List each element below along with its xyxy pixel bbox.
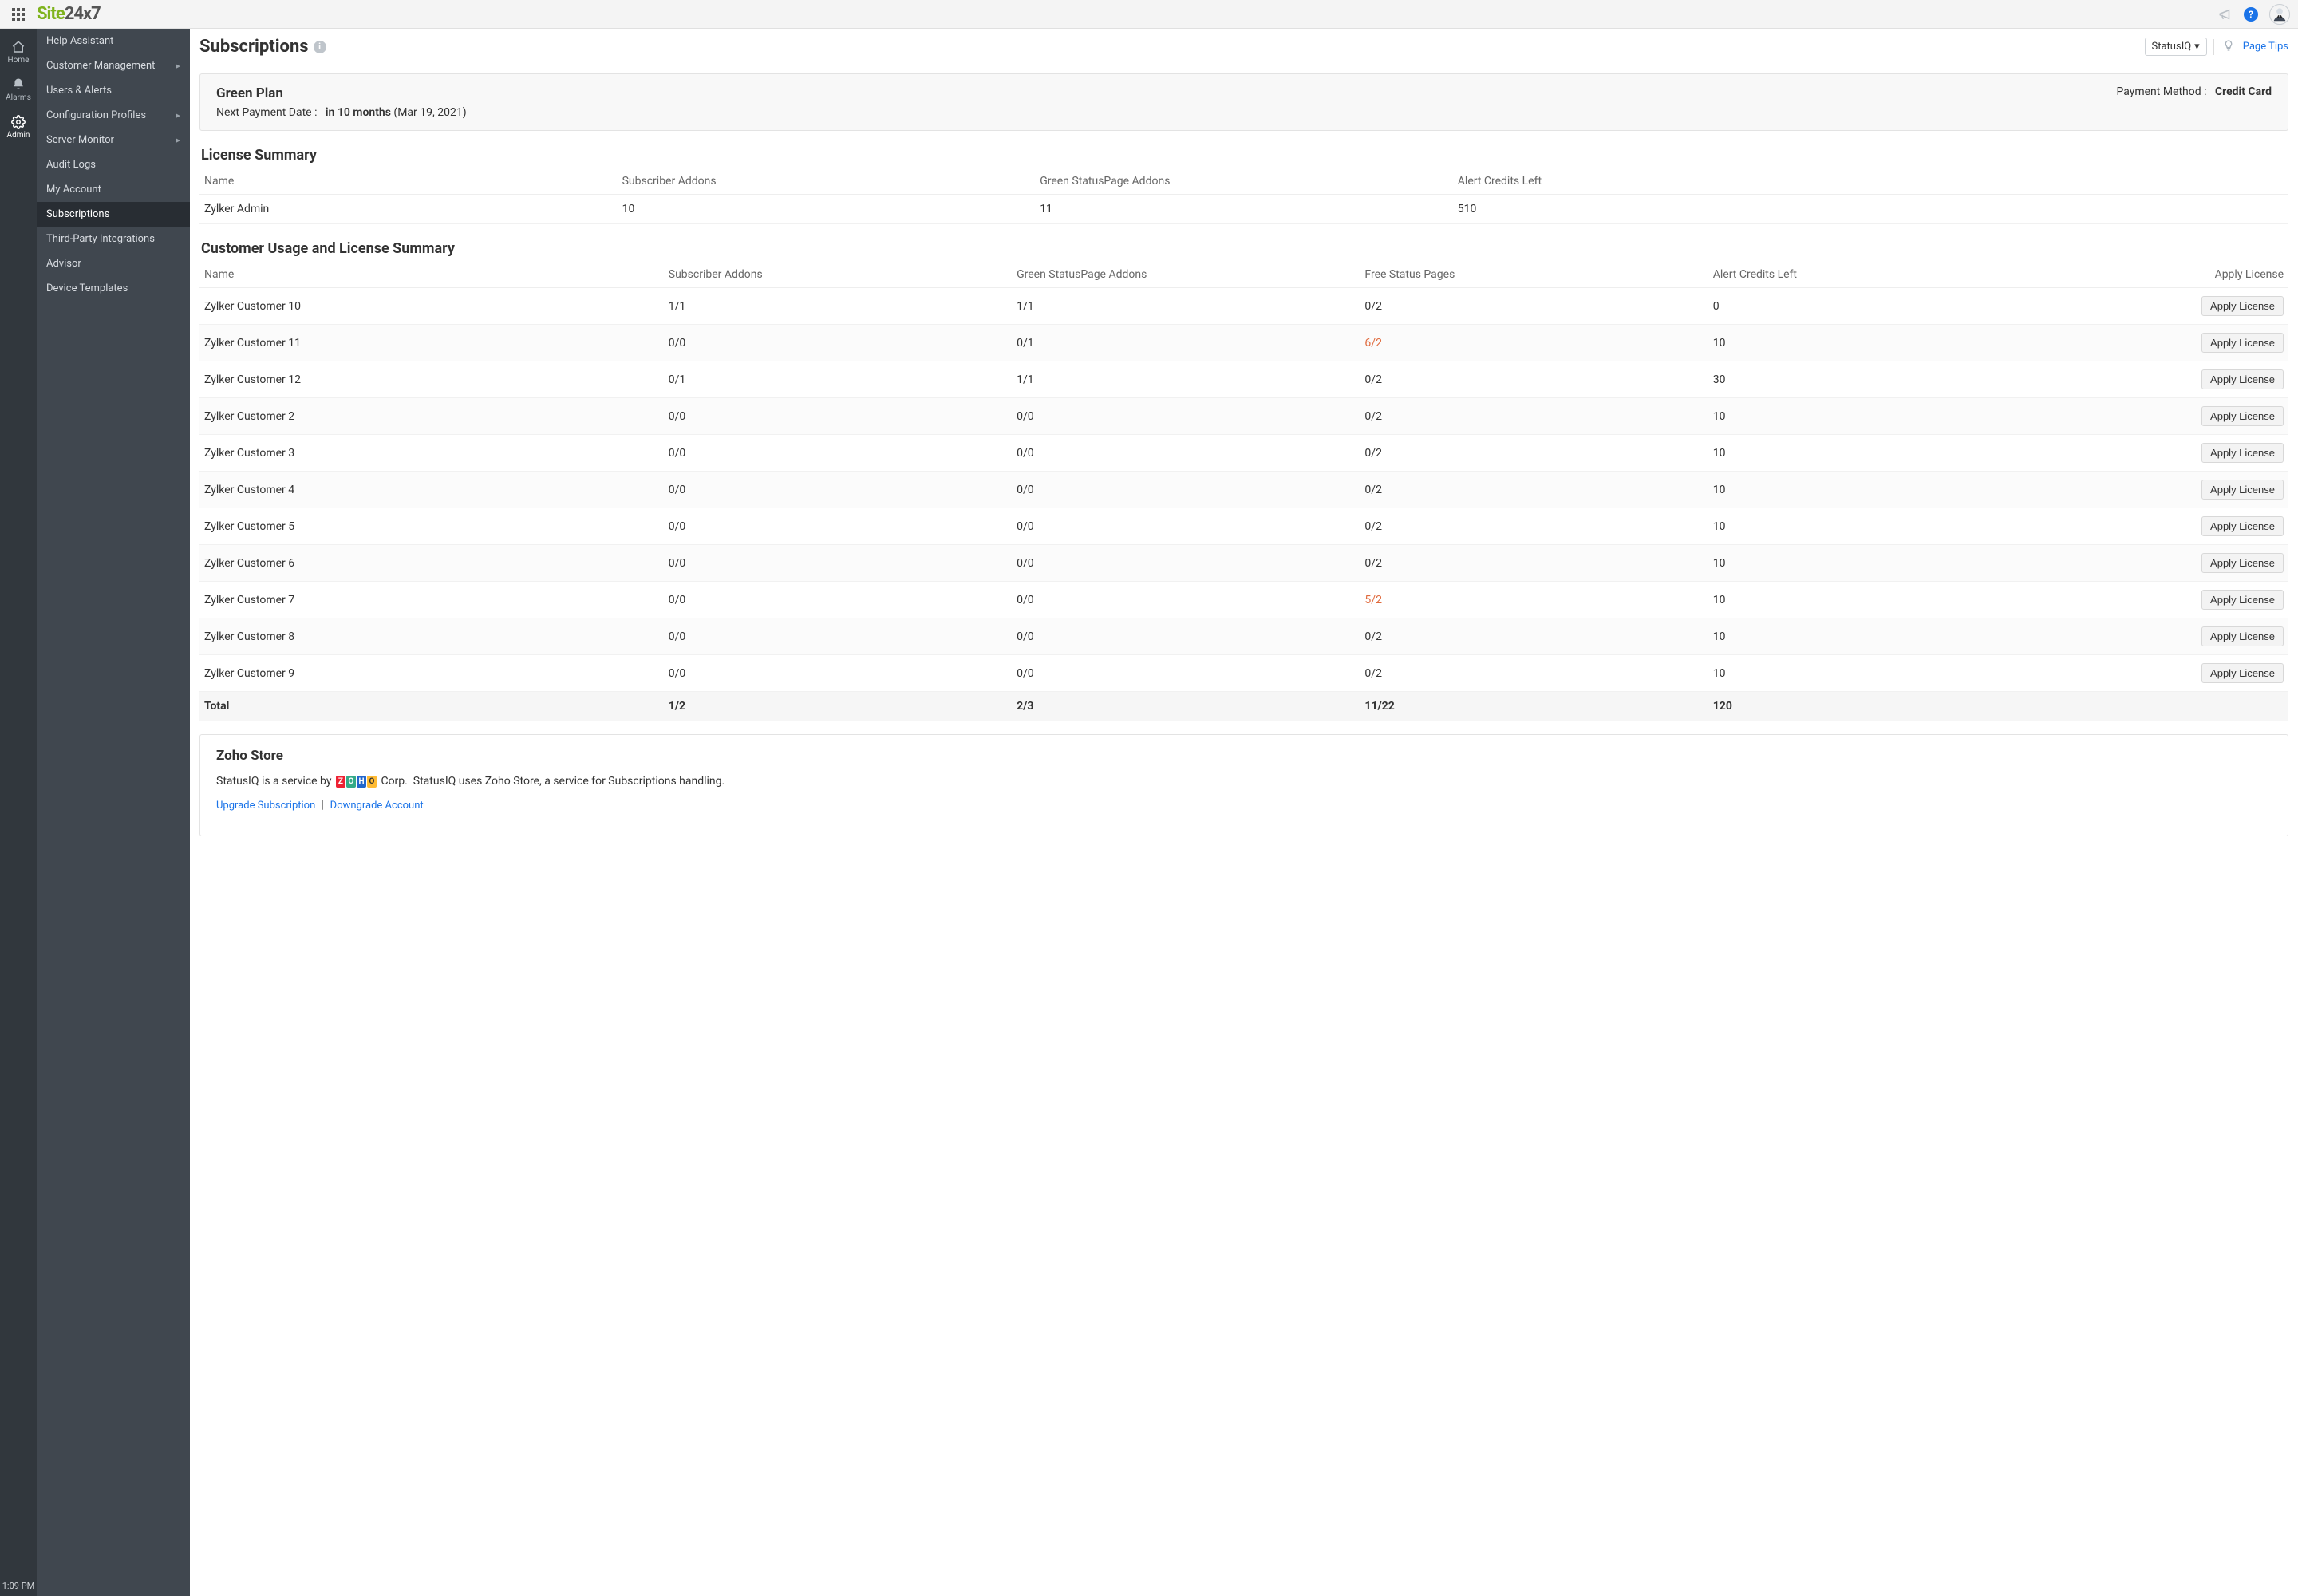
rail-alarms-label: Alarms xyxy=(6,93,31,102)
sidebar-item[interactable]: Users & Alerts xyxy=(37,78,190,103)
usage-table: Name Subscriber Addons Green StatusPage … xyxy=(199,262,2288,721)
table-row: Zylker Customer 60/00/00/210Apply Licens… xyxy=(199,545,2288,582)
page-tips-link[interactable]: Page Tips xyxy=(2243,41,2288,53)
sidebar-item[interactable]: Configuration Profiles ▸ xyxy=(37,103,190,128)
license-summary-row: Zylker Admin 10 11 510 xyxy=(199,195,2288,224)
announce-icon[interactable] xyxy=(2218,7,2233,22)
table-row: Zylker Customer 90/00/00/210Apply Licens… xyxy=(199,655,2288,692)
plan-card: Green Plan Next Payment Date : in 10 mon… xyxy=(199,73,2288,131)
chevron-right-icon: ▸ xyxy=(176,110,180,120)
bulb-icon xyxy=(2221,39,2237,55)
sidebar-item-label: Subscriptions xyxy=(46,208,109,220)
sidebar-item-label: Audit Logs xyxy=(46,159,96,171)
info-icon[interactable]: i xyxy=(314,41,326,53)
sidebar-item[interactable]: Audit Logs xyxy=(37,152,190,177)
rail-home-label: Home xyxy=(8,56,30,65)
sidebar-item[interactable]: Subscriptions xyxy=(37,202,190,227)
payment-method-label: Payment Method : xyxy=(2116,85,2206,98)
apply-license-button[interactable]: Apply License xyxy=(2201,480,2284,500)
apply-license-button[interactable]: Apply License xyxy=(2201,333,2284,353)
sidebar-item[interactable]: Third-Party Integrations xyxy=(37,227,190,251)
table-row: Zylker Customer 110/00/16/210Apply Licen… xyxy=(199,325,2288,361)
sidebar-item-label: Advisor xyxy=(46,258,81,270)
rail-clock: 1:09 PM xyxy=(2,1581,34,1591)
sidebar-item[interactable]: Device Templates xyxy=(37,276,190,301)
zoho-badge-icon: ZOHO xyxy=(336,776,377,788)
table-row: Zylker Customer 50/00/00/210Apply Licens… xyxy=(199,508,2288,545)
apply-license-button[interactable]: Apply License xyxy=(2201,663,2284,683)
sidebar: Help Assistant Customer Management ▸ Users … xyxy=(37,29,190,1596)
page-title: Subscriptions i xyxy=(199,37,326,57)
apply-license-button[interactable]: Apply License xyxy=(2201,553,2284,573)
table-row: Zylker Customer 70/00/05/210Apply Licens… xyxy=(199,582,2288,618)
sidebar-item-label: Help Assistant xyxy=(46,35,113,47)
sidebar-item[interactable]: Customer Management ▸ xyxy=(37,53,190,78)
app-grid-icon[interactable] xyxy=(0,8,37,21)
sidebar-item-label: My Account xyxy=(46,184,101,196)
divider xyxy=(2213,39,2214,55)
sidebar-item-label: Server Monitor xyxy=(46,134,114,146)
rail-alarms[interactable]: Alarms xyxy=(0,73,37,107)
downgrade-link[interactable]: Downgrade Account xyxy=(330,800,424,812)
sidebar-item-label: Users & Alerts xyxy=(46,85,112,97)
sidebar-item[interactable]: Help Assistant xyxy=(37,29,190,53)
brand-logo[interactable]: Site24x7 xyxy=(37,4,101,24)
sidebar-item[interactable]: Advisor xyxy=(37,251,190,276)
sidebar-item-label: Third-Party Integrations xyxy=(46,233,155,245)
nav-rail: Home Alarms Admin 1:09 PM xyxy=(0,29,37,1596)
next-payment-value: in 10 months xyxy=(326,106,391,119)
table-row: Zylker Customer 30/00/00/210Apply Licens… xyxy=(199,435,2288,472)
rail-home[interactable]: Home xyxy=(0,35,37,69)
apply-license-button[interactable]: Apply License xyxy=(2201,626,2284,646)
zoho-store-title: Zoho Store xyxy=(216,748,2272,764)
main: Subscriptions i StatusIQ ▾ Page Tips xyxy=(190,29,2298,1596)
usage-summary-title: Customer Usage and License Summary xyxy=(201,240,2287,257)
table-row: Zylker Customer 120/11/10/230Apply Licen… xyxy=(199,361,2288,398)
plan-name: Green Plan xyxy=(216,85,467,101)
apply-license-button[interactable]: Apply License xyxy=(2201,516,2284,536)
avatar[interactable] xyxy=(2269,4,2290,25)
sidebar-item[interactable]: My Account xyxy=(37,177,190,202)
sidebar-item-label: Configuration Profiles xyxy=(46,109,146,121)
table-row: Zylker Customer 80/00/00/210Apply Licens… xyxy=(199,618,2288,655)
zoho-store-desc: StatusIQ is a service by ZOHO Corp. Stat… xyxy=(216,775,2272,788)
table-row: Zylker Customer 101/11/10/20Apply Licens… xyxy=(199,288,2288,325)
zoho-store-card: Zoho Store StatusIQ is a service by ZOHO… xyxy=(199,734,2288,836)
license-summary-title: License Summary xyxy=(201,147,2287,164)
table-row: Zylker Customer 40/00/00/210Apply Licens… xyxy=(199,472,2288,508)
apply-license-button[interactable]: Apply License xyxy=(2201,590,2284,610)
context-selector[interactable]: StatusIQ ▾ xyxy=(2145,38,2207,56)
payment-method-value: Credit Card xyxy=(2215,85,2272,98)
table-total-row: Total1/22/311/22120 xyxy=(199,692,2288,721)
rail-admin-label: Admin xyxy=(7,131,30,140)
sidebar-item[interactable]: Server Monitor ▸ xyxy=(37,128,190,152)
chevron-right-icon: ▸ xyxy=(176,61,180,71)
caret-down-icon: ▾ xyxy=(2194,41,2200,53)
sidebar-item-label: Device Templates xyxy=(46,282,128,294)
apply-license-button[interactable]: Apply License xyxy=(2201,296,2284,316)
apply-license-button[interactable]: Apply License xyxy=(2201,406,2284,426)
upgrade-link[interactable]: Upgrade Subscription xyxy=(216,800,315,812)
chevron-right-icon: ▸ xyxy=(176,135,180,145)
topbar: Site24x7 ? xyxy=(0,0,2298,29)
license-summary-table: Name Subscriber Addons Green StatusPage … xyxy=(199,168,2288,224)
next-payment-label: Next Payment Date : xyxy=(216,106,317,119)
next-payment-date: (Mar 19, 2021) xyxy=(393,106,466,119)
help-icon[interactable]: ? xyxy=(2244,7,2258,22)
apply-license-button[interactable]: Apply License xyxy=(2201,443,2284,463)
apply-license-button[interactable]: Apply License xyxy=(2201,369,2284,389)
rail-admin[interactable]: Admin xyxy=(0,110,37,144)
table-row: Zylker Customer 20/00/00/210Apply Licens… xyxy=(199,398,2288,435)
sidebar-item-label: Customer Management xyxy=(46,60,155,72)
